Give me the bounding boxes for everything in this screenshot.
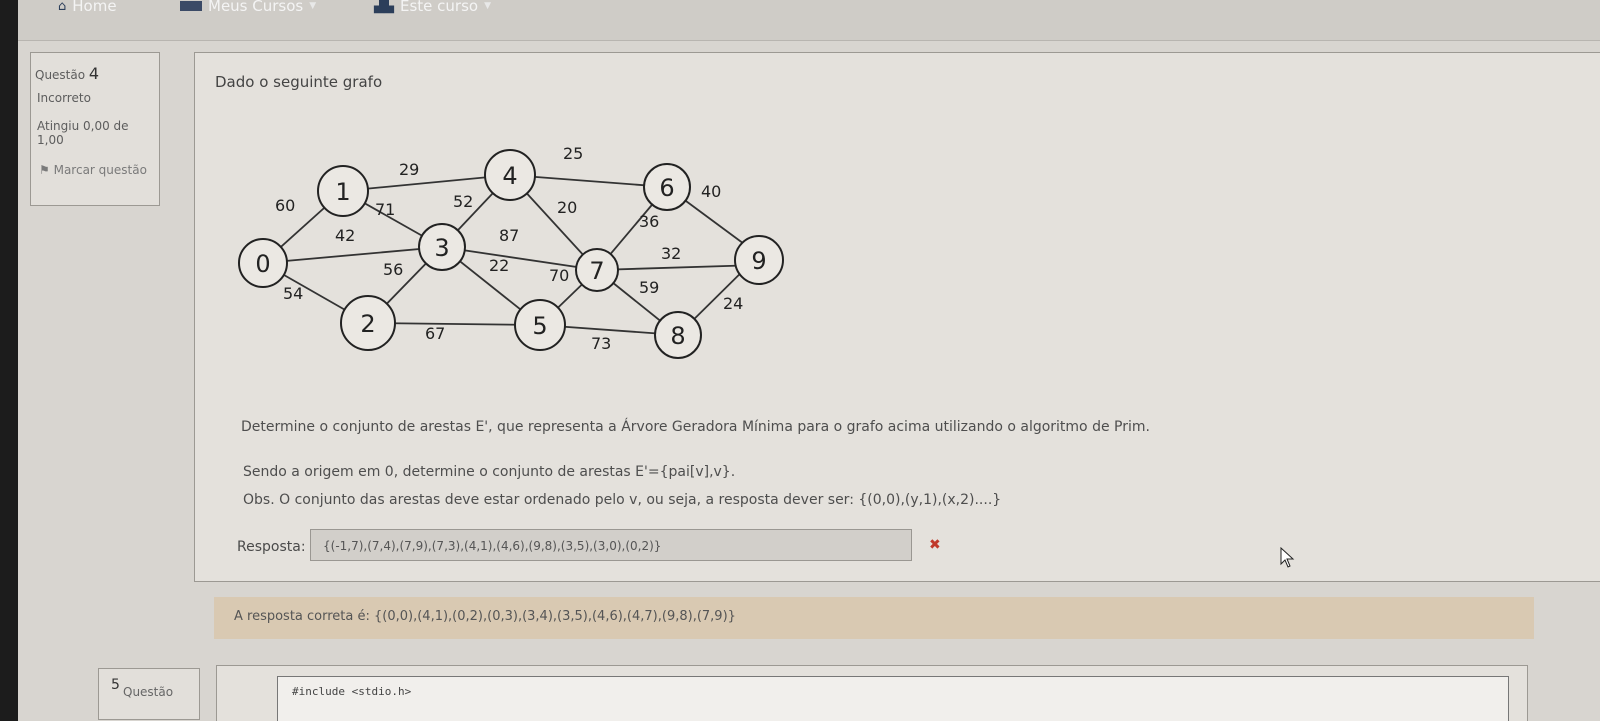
node-label: 0 — [255, 250, 270, 278]
screen: ⌂ Home Meus Cursos ▼ ▟▙ Este curso ▼ Que… — [18, 0, 1600, 721]
node-label: 2 — [360, 310, 375, 338]
edge-weight: 87 — [499, 226, 519, 245]
code-line: #include <stdio.h> — [292, 685, 412, 698]
nav-meus-cursos[interactable]: Meus Cursos ▼ — [180, 0, 316, 15]
question-prompt: Determine o conjunto de arestas E', que … — [241, 419, 1150, 435]
edge-weight: 32 — [661, 244, 681, 263]
edge-weight: 24 — [723, 294, 743, 313]
question-state: Incorreto — [37, 91, 91, 105]
question-number: Questão 4 — [35, 64, 100, 83]
question-prompt-origin: Sendo a origem em 0, determine o conjunt… — [243, 464, 736, 480]
node-label: 4 — [502, 162, 517, 190]
right-answer-feedback: A resposta correta é: {(0,0),(4,1),(0,2)… — [214, 597, 1534, 639]
answer-input[interactable]: {(-1,7),(7,4),(7,9),(7,3),(4,1),(4,6),(9… — [310, 529, 912, 561]
edge-weight: 60 — [275, 196, 295, 215]
question-grade: Atingiu 0,00 de 1,00 — [37, 119, 129, 147]
edge-weight: 42 — [335, 226, 355, 245]
node-label: 9 — [751, 247, 766, 275]
nav-este-curso[interactable]: ▟▙ Este curso ▼ — [374, 0, 491, 15]
answer-label: Resposta: — [237, 539, 306, 555]
question-formulation: Dado o seguinte grafo 0 1 2 3 4 5 6 7 8 … — [194, 52, 1600, 582]
node-label: 6 — [659, 174, 674, 202]
edge-weight: 29 — [399, 160, 419, 179]
question-info: Questão 4 Incorreto Atingiu 0,00 de 1,00… — [30, 52, 160, 206]
edge-weight: 71 — [375, 200, 395, 219]
node-label: 7 — [589, 257, 604, 285]
node-label: 5 — [532, 312, 547, 340]
edge-weight: 25 — [563, 144, 583, 163]
question-number-5: Questão 5 — [111, 677, 174, 699]
edge-weight: 52 — [453, 192, 473, 211]
edge-weight: 73 — [591, 334, 611, 353]
edge-weight: 59 — [639, 278, 659, 297]
edge-weight: 54 — [283, 284, 303, 303]
chevron-down-icon: ▼ — [484, 1, 492, 11]
navbar: ⌂ Home Meus Cursos ▼ ▟▙ Este curso ▼ — [18, 0, 1600, 41]
edge-weight: 40 — [701, 182, 721, 201]
flag-question-link[interactable]: ⚑ Marcar questão — [39, 163, 149, 177]
edge-weight: 70 — [549, 266, 569, 285]
question-formulation-5: #include <stdio.h> — [216, 665, 1528, 721]
code-block: #include <stdio.h> — [277, 676, 1509, 721]
edge-weight: 22 — [489, 256, 509, 275]
question-prompt-obs: Obs. O conjunto das arestas deve estar o… — [243, 492, 1002, 508]
nav-home[interactable]: ⌂ Home — [58, 0, 117, 15]
flag-icon: ⚑ — [39, 163, 50, 177]
question-info-5: Questão 5 — [98, 668, 200, 720]
mouse-cursor-icon — [1280, 547, 1295, 568]
graph-image: 0 1 2 3 4 5 6 7 8 9 60 54 42 29 71 52 56… — [238, 144, 784, 359]
sitemap-icon: ▟▙ — [374, 0, 394, 14]
courses-icon — [180, 1, 202, 11]
edge-weight: 20 — [557, 198, 577, 217]
node-label: 8 — [670, 322, 685, 350]
node-label: 3 — [434, 234, 449, 262]
home-icon: ⌂ — [58, 0, 67, 14]
node-label: 1 — [335, 178, 350, 206]
incorrect-icon: ✖ — [929, 537, 941, 553]
edge-weight: 67 — [425, 324, 445, 343]
edge-weight: 56 — [383, 260, 403, 279]
edge-weight: 36 — [639, 212, 659, 231]
question-intro: Dado o seguinte grafo — [215, 73, 383, 91]
chevron-down-icon: ▼ — [309, 1, 317, 11]
